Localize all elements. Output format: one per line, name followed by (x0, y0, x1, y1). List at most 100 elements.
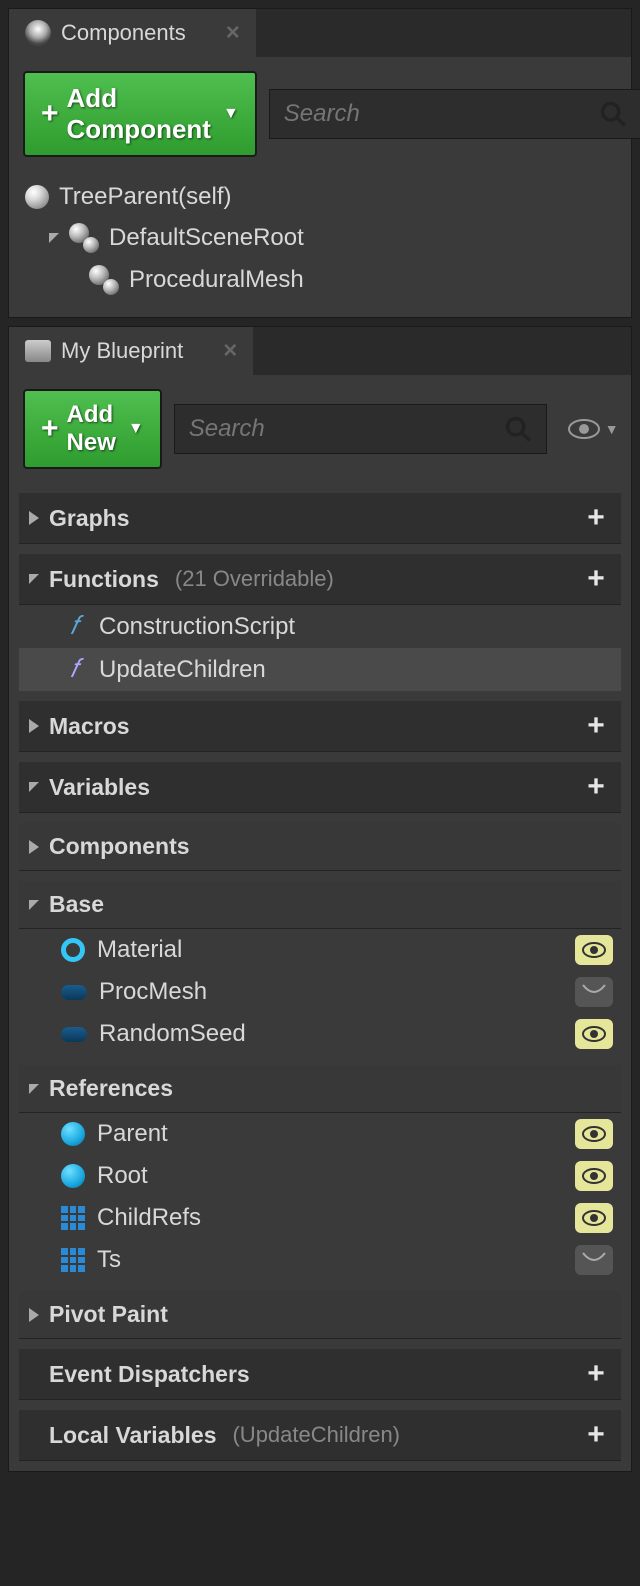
expander-open-icon[interactable] (29, 900, 39, 910)
expander-open-icon[interactable] (29, 782, 39, 792)
variable-item-childrefs[interactable]: ChildRefs (19, 1197, 621, 1239)
add-component-label: Add Component (67, 83, 211, 145)
variable-label: Parent (97, 1120, 168, 1148)
function-icon: 𝑓 (61, 654, 87, 685)
add-function-button[interactable]: + (581, 564, 611, 594)
components-search[interactable] (269, 89, 640, 139)
tree-root-row[interactable]: DefaultSceneRoot (25, 217, 615, 259)
visibility-toggle[interactable] (575, 1245, 613, 1275)
var-group-components[interactable]: Components (19, 823, 621, 871)
variable-item-procmesh[interactable]: ProcMesh (19, 971, 621, 1013)
local-variables-header[interactable]: Local Variables (UpdateChildren) + (19, 1410, 621, 1461)
add-variable-button[interactable]: + (581, 772, 611, 802)
var-type-icon (61, 1206, 85, 1230)
variable-label: Root (97, 1162, 148, 1190)
variables-header[interactable]: Variables + (19, 762, 621, 813)
variables-title: Variables (49, 774, 150, 801)
variable-item-root[interactable]: Root (19, 1155, 621, 1197)
function-item-construction[interactable]: 𝑓 ConstructionScript (19, 605, 621, 648)
tree-self-label: TreeParent(self) (59, 183, 232, 211)
var-group-pivot-paint-title: Pivot Paint (49, 1301, 168, 1328)
variable-label: Ts (97, 1246, 121, 1274)
variable-item-ts[interactable]: Ts (19, 1239, 621, 1281)
variable-item-material[interactable]: Material (19, 929, 621, 971)
view-options-button[interactable]: ▼ (559, 418, 627, 440)
add-new-button[interactable]: + Add New ▼ (23, 389, 162, 469)
function-icon: 𝑓 (61, 611, 87, 642)
blueprint-toolbar: + Add New ▼ ▼ (9, 375, 631, 483)
blueprint-categories: Graphs + Functions (21 Overridable) + 𝑓 … (9, 493, 631, 1471)
local-variables-title: Local Variables (49, 1422, 216, 1449)
visibility-toggle[interactable] (575, 1161, 613, 1191)
blueprint-search-input[interactable] (189, 415, 504, 443)
function-item-updatechildren[interactable]: 𝑓 UpdateChildren (19, 648, 621, 691)
var-group-references[interactable]: References (19, 1065, 621, 1113)
graphs-title: Graphs (49, 505, 130, 532)
add-component-button[interactable]: + Add Component ▼ (23, 71, 257, 157)
variable-label: RandomSeed (99, 1020, 246, 1048)
add-macro-button[interactable]: + (581, 711, 611, 741)
expander-open-icon[interactable] (29, 1084, 39, 1094)
visibility-toggle[interactable] (575, 1019, 613, 1049)
visibility-toggle[interactable] (575, 935, 613, 965)
close-icon[interactable]: × (226, 19, 240, 47)
variable-item-parent[interactable]: Parent (19, 1113, 621, 1155)
var-group-base-title: Base (49, 891, 104, 918)
functions-header[interactable]: Functions (21 Overridable) + (19, 554, 621, 605)
var-type-icon (61, 1164, 85, 1188)
scene-component-icon (69, 223, 99, 253)
var-group-references-title: References (49, 1075, 173, 1102)
variable-item-randomseed[interactable]: RandomSeed (19, 1013, 621, 1055)
actor-icon (25, 185, 49, 209)
var-group-pivot-paint[interactable]: Pivot Paint (19, 1291, 621, 1339)
search-icon (599, 100, 627, 128)
visibility-toggle[interactable] (575, 977, 613, 1007)
var-type-icon (61, 985, 87, 1000)
var-type-icon (61, 1248, 85, 1272)
variable-label: Material (97, 936, 182, 964)
tree-child-row[interactable]: ProceduralMesh (25, 259, 615, 301)
blueprint-tab[interactable]: My Blueprint × (9, 327, 253, 375)
event-dispatchers-header[interactable]: Event Dispatchers + (19, 1349, 621, 1400)
expander-closed-icon[interactable] (29, 511, 39, 525)
variable-label: ChildRefs (97, 1204, 201, 1232)
close-icon[interactable]: × (223, 337, 237, 365)
plus-icon: + (41, 412, 59, 446)
my-blueprint-panel: My Blueprint × + Add New ▼ ▼ (8, 326, 632, 1472)
visibility-toggle[interactable] (575, 1203, 613, 1233)
blueprint-tab-bar: My Blueprint × (9, 327, 631, 375)
scene-component-icon (89, 265, 119, 295)
plus-icon: + (41, 97, 59, 131)
blueprint-tab-title: My Blueprint (61, 338, 183, 364)
eye-icon (567, 418, 601, 440)
components-toolbar: + Add Component ▼ (9, 57, 631, 171)
macros-header[interactable]: Macros + (19, 701, 621, 752)
add-graph-button[interactable]: + (581, 503, 611, 533)
expander-closed-icon[interactable] (29, 719, 39, 733)
functions-title: Functions (49, 566, 159, 593)
visibility-toggle[interactable] (575, 1119, 613, 1149)
components-tree: TreeParent(self) DefaultSceneRoot Proced… (9, 171, 631, 317)
graphs-header[interactable]: Graphs + (19, 493, 621, 544)
expander-open-icon[interactable] (49, 233, 59, 243)
var-group-base[interactable]: Base (19, 881, 621, 929)
add-dispatcher-button[interactable]: + (581, 1359, 611, 1389)
var-type-icon (61, 1122, 85, 1146)
expander-closed-icon[interactable] (29, 1308, 39, 1322)
event-dispatchers-title: Event Dispatchers (49, 1361, 250, 1388)
components-tab[interactable]: Components × (9, 9, 256, 57)
blueprint-search[interactable] (174, 404, 547, 454)
var-type-icon (61, 1027, 87, 1042)
caret-down-icon: ▼ (223, 105, 239, 123)
tree-child-label: ProceduralMesh (129, 266, 304, 294)
expander-closed-icon[interactable] (29, 840, 39, 854)
expander-open-icon[interactable] (29, 574, 39, 584)
puzzle-icon (25, 20, 51, 46)
components-search-input[interactable] (284, 100, 599, 128)
functions-note: (21 Overridable) (175, 566, 334, 592)
var-group-components-title: Components (49, 833, 190, 860)
local-variables-note: (UpdateChildren) (232, 1422, 400, 1448)
function-label: ConstructionScript (99, 613, 295, 641)
tree-self-row[interactable]: TreeParent(self) (25, 177, 615, 217)
add-local-variable-button[interactable]: + (581, 1420, 611, 1450)
